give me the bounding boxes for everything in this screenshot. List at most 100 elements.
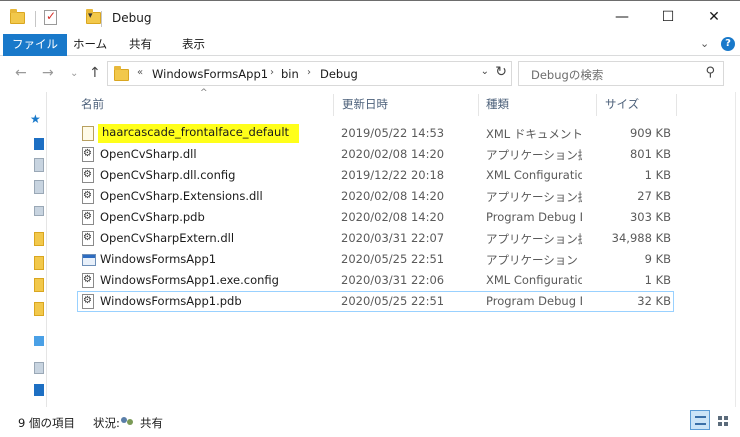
breadcrumb-bin[interactable]: bin [281, 67, 299, 81]
search-icon[interactable]: ⚲ [705, 65, 715, 80]
file-type: アプリケーション拡張 [486, 148, 582, 162]
customize-quick-access-icon[interactable]: ▾ [88, 11, 93, 21]
column-header-size[interactable]: サイズ [605, 96, 639, 112]
file-type: アプリケーション拡張 [486, 232, 582, 246]
address-dropdown-icon[interactable]: ⌄ [481, 66, 489, 77]
navigation-pane: ★ [0, 92, 47, 407]
address-bar[interactable]: « WindowsFormsApp1 › bin › Debug ⌄ ↻ [107, 61, 512, 86]
forward-button[interactable]: → [42, 65, 54, 81]
file-type: アプリケーション [486, 253, 578, 267]
file-size: 1 KB [644, 168, 671, 182]
column-header-modified[interactable]: 更新日時 [342, 96, 388, 112]
tab-file[interactable]: ファイル [3, 34, 67, 56]
large-icons-icon [718, 416, 728, 426]
file-modified: 2019/05/22 14:53 [341, 126, 445, 140]
up-button[interactable]: ↑ [89, 65, 101, 81]
recent-locations-button[interactable]: ⌄ [70, 68, 78, 79]
file-modified: 2019/12/22 20:18 [341, 168, 445, 182]
scrollbar-track[interactable] [735, 92, 736, 407]
this-pc-icon[interactable] [34, 336, 44, 346]
file-modified: 2020/02/08 14:20 [341, 210, 445, 224]
file-name: OpenCvSharp.dll.config [100, 168, 236, 182]
column-divider[interactable] [596, 94, 597, 116]
file-row[interactable]: WindowsFormsApp1.exe.config 2020/03/31 2… [77, 270, 674, 291]
file-modified: 2020/03/31 22:06 [341, 273, 445, 287]
file-row[interactable]: OpenCvSharp.dll.config 2019/12/22 20:18 … [77, 165, 674, 186]
breadcrumb-separator[interactable]: › [270, 67, 274, 78]
divider [101, 11, 102, 27]
minimize-button[interactable]: — [599, 1, 645, 33]
title-bar: ▾ Debug — ☐ ✕ [0, 0, 740, 34]
pdb-file-icon [82, 294, 94, 309]
shared-icon [121, 417, 135, 428]
file-type: Program Debug D... [486, 210, 582, 224]
refresh-button[interactable]: ↻ [495, 64, 507, 80]
maximize-button[interactable]: ☐ [645, 1, 691, 33]
desktop-icon[interactable] [34, 384, 44, 396]
file-name: WindowsFormsApp1.exe.config [100, 273, 279, 287]
column-divider[interactable] [676, 94, 677, 116]
file-size: 32 KB [637, 294, 671, 308]
quick-access-icon[interactable]: ★ [30, 112, 41, 126]
help-icon[interactable]: ? [721, 37, 735, 51]
file-row[interactable]: haarcascade_frontalface_default 2019/05/… [77, 123, 674, 144]
dll-file-icon [82, 231, 94, 246]
column-divider[interactable] [333, 94, 334, 116]
column-divider[interactable] [478, 94, 479, 116]
divider [35, 11, 36, 27]
file-type: XML ドキュメント [486, 127, 582, 141]
status-bar: 9 個の項目 状況: 共有 [0, 407, 740, 437]
breadcrumb-debug[interactable]: Debug [320, 67, 358, 81]
desktop-icon[interactable] [34, 138, 44, 150]
column-header-name[interactable]: 名前 [81, 96, 104, 112]
file-row-selected[interactable]: WindowsFormsApp1.pdb 2020/05/25 22:51 Pr… [77, 291, 674, 312]
xml-file-icon [82, 126, 94, 141]
vertical-scrollbar[interactable] [728, 92, 740, 407]
file-row[interactable]: OpenCvSharp.dll 2020/02/08 14:20 アプリケーショ… [77, 144, 674, 165]
file-row[interactable]: WindowsFormsApp1 2020/05/25 22:51 アプリケーシ… [77, 249, 674, 270]
folder-icon[interactable] [34, 256, 44, 270]
state-label: 状況: [93, 416, 120, 430]
file-size: 801 KB [629, 147, 671, 161]
tab-home[interactable]: ホーム [63, 34, 117, 56]
file-size: 303 KB [629, 210, 671, 224]
window-title: Debug [112, 11, 152, 25]
large-icons-view-button[interactable] [712, 410, 732, 430]
file-row[interactable]: OpenCvSharpExtern.dll 2020/03/31 22:07 ア… [77, 228, 674, 249]
details-view-icon [695, 416, 706, 425]
config-file-icon [82, 273, 94, 288]
downloads-icon[interactable] [34, 158, 44, 172]
expand-ribbon-icon[interactable]: ⌄ [700, 37, 709, 50]
tab-share[interactable]: 共有 [119, 34, 162, 56]
dll-file-icon [82, 147, 94, 162]
file-modified: 2020/02/08 14:20 [341, 147, 445, 161]
sort-ascending-icon: ^ [200, 88, 208, 98]
tab-view[interactable]: 表示 [172, 34, 215, 56]
pictures-icon[interactable] [34, 206, 44, 216]
column-header-type[interactable]: 種類 [486, 96, 509, 112]
details-view-button[interactable] [690, 410, 710, 430]
breadcrumb-overflow[interactable]: « [137, 67, 143, 78]
properties-icon[interactable] [44, 9, 57, 25]
breadcrumb-windowsformsapp1[interactable]: WindowsFormsApp1 [152, 67, 268, 81]
close-button[interactable]: ✕ [691, 1, 737, 33]
folder-icon[interactable] [10, 9, 25, 24]
file-type: XML Configuratio... [486, 168, 582, 182]
breadcrumb-separator[interactable]: › [307, 67, 311, 78]
folder-icon[interactable] [34, 278, 44, 292]
file-type: アプリケーション拡張 [486, 190, 582, 204]
search-input[interactable]: Debugの検索 [531, 67, 603, 83]
folder-icon[interactable] [34, 232, 44, 246]
3d-objects-icon[interactable] [34, 362, 44, 374]
pdb-file-icon [82, 210, 94, 225]
file-name: OpenCvSharp.Extensions.dll [100, 189, 263, 203]
file-modified: 2020/03/31 22:07 [341, 231, 445, 245]
back-button[interactable]: ← [15, 65, 27, 81]
file-row[interactable]: OpenCvSharp.pdb 2020/02/08 14:20 Program… [77, 207, 674, 228]
file-list: ^ 名前 更新日時 種類 サイズ haarcascade_frontalface… [48, 88, 740, 407]
file-name: OpenCvSharpExtern.dll [100, 231, 235, 245]
search-box[interactable]: Debugの検索 ⚲ [518, 61, 724, 86]
file-row[interactable]: OpenCvSharp.Extensions.dll 2020/02/08 14… [77, 186, 674, 207]
folder-icon[interactable] [34, 302, 44, 316]
documents-icon[interactable] [34, 180, 44, 194]
